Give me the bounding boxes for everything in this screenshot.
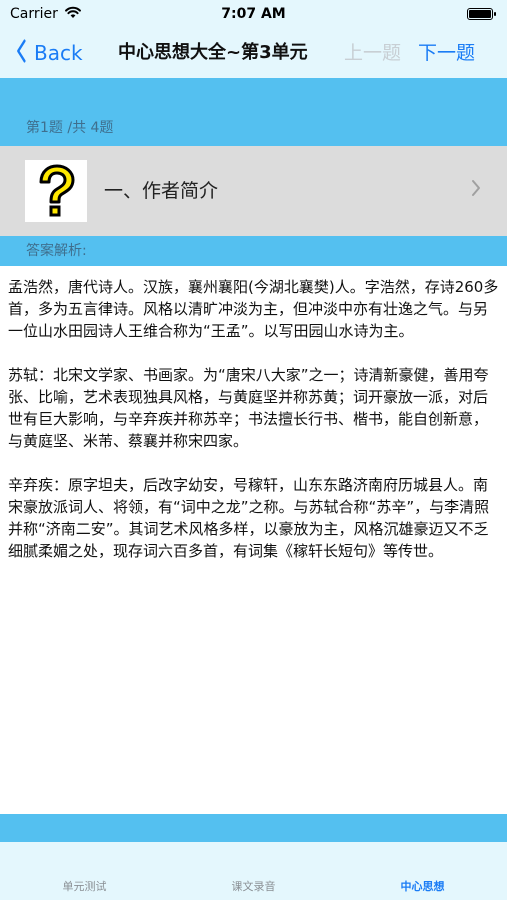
question-mark-icon: [25, 160, 87, 222]
carrier-label: Carrier: [10, 6, 58, 22]
back-button[interactable]: Back: [14, 28, 83, 78]
answer-paragraph: 苏轼：北宋文学家、书画家。为“唐宋八大家”之一；诗清新豪健，善用夸张、比喻，艺术…: [8, 366, 489, 450]
wifi-icon: [64, 5, 82, 23]
tab-text-audio[interactable]: 课文录音: [169, 842, 338, 900]
answer-content: 孟浩然，唐代诗人。汉族，襄州襄阳(今湖北襄樊)人。字浩然，存诗260多首，多为五…: [0, 266, 507, 814]
chevron-left-icon: [16, 39, 26, 68]
question-counter: 第1题 /共 4题: [0, 110, 507, 146]
back-label: Back: [34, 41, 83, 65]
nav-bar: Back 中心思想大全~第3单元 上一题 下一题: [0, 28, 507, 78]
footer-band: [0, 814, 507, 842]
answer-paragraph: 辛弃疾：原字坦夫，后改字幼安，号稼轩，山东东路济南府历城县人。南宋豪放派词人、将…: [8, 476, 490, 560]
prev-question-button[interactable]: 上一题: [344, 28, 401, 78]
tab-bar: 单元测试 课文录音 中心思想: [0, 842, 507, 900]
question-title: 一、作者简介: [104, 180, 219, 202]
chevron-right-icon: [471, 146, 481, 236]
tab-central-idea[interactable]: 中心思想: [338, 842, 507, 900]
page-title: 中心思想大全~第3单元: [118, 42, 308, 63]
question-row[interactable]: 一、作者简介: [0, 146, 507, 236]
status-left: Carrier: [10, 5, 82, 23]
answer-paragraph: 孟浩然，唐代诗人。汉族，襄州襄阳(今湖北襄樊)人。字浩然，存诗260多首，多为五…: [8, 278, 499, 340]
status-bar: Carrier 7:07 AM: [0, 0, 507, 28]
tab-unit-test[interactable]: 单元测试: [0, 842, 169, 900]
answer-label: 答案解析:: [0, 236, 507, 266]
next-question-button[interactable]: 下一题: [418, 28, 475, 78]
battery-icon: [467, 8, 496, 20]
